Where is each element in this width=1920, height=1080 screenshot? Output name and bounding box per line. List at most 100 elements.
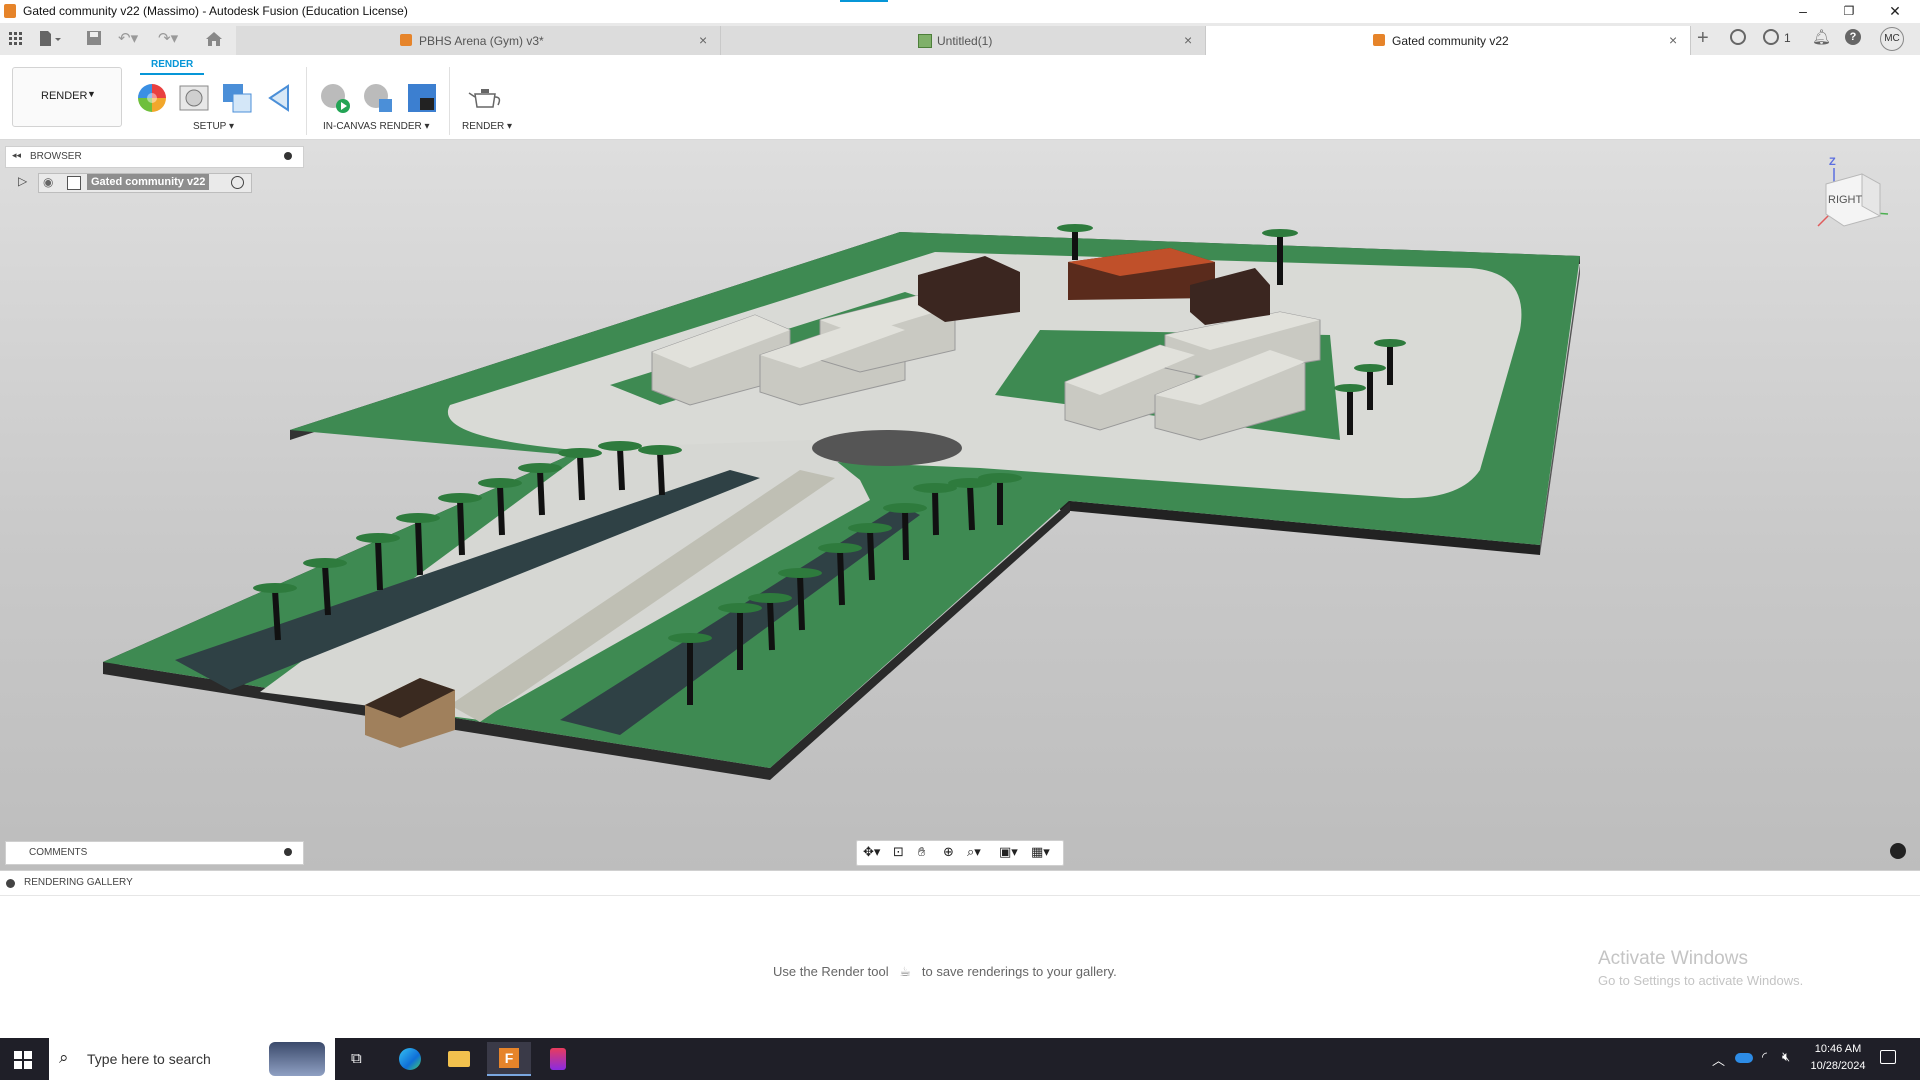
design-cube-icon bbox=[1373, 34, 1385, 46]
view-cube[interactable]: RIGHT Z bbox=[1810, 156, 1890, 236]
in-canvas-settings-icon[interactable] bbox=[362, 82, 394, 114]
network-icon[interactable]: ◜ bbox=[1762, 1049, 1767, 1065]
minimize-button[interactable]: – bbox=[1780, 0, 1826, 23]
view-cube-face-label: RIGHT bbox=[1828, 194, 1863, 206]
tab-pbhs-arena[interactable]: PBHS Arena (Gym) v3* × bbox=[236, 26, 721, 55]
display-settings-icon[interactable]: ▣▾ bbox=[999, 844, 1018, 860]
windows-taskbar: ⌕ Type here to search ⧉ F ︿ ◜ 🔇︎ 10:46 A… bbox=[0, 1038, 1920, 1080]
tab-gated-community[interactable]: Gated community v22 × bbox=[1206, 26, 1691, 55]
show-comments-icon[interactable] bbox=[1890, 843, 1906, 859]
comments-panel: COMMENTS bbox=[5, 841, 304, 865]
ribbon-separator bbox=[306, 67, 307, 135]
search-highlight-image bbox=[269, 1042, 325, 1076]
render-group-label[interactable]: RENDER ▾ bbox=[462, 121, 512, 132]
ribbon-tab-underline bbox=[140, 73, 204, 75]
orbit-icon[interactable]: ✥▾ bbox=[863, 844, 880, 860]
browser-root-label: Gated community v22 bbox=[87, 174, 210, 190]
restore-button[interactable]: ❐ bbox=[1826, 0, 1872, 23]
tab-label: Gated community v22 bbox=[1392, 34, 1509, 48]
ribbon-separator bbox=[449, 67, 450, 135]
edge-browser-icon[interactable] bbox=[388, 1042, 432, 1076]
grid-settings-icon[interactable]: ▦▾ bbox=[1031, 844, 1050, 860]
rendering-gallery: RENDERING GALLERY Use the Render tool ☕︎… bbox=[0, 870, 1920, 1039]
navigation-toolbar: ✥▾ ⊡ ✋︎ ⊕ ⌕▾ ▣▾ ▦▾ bbox=[856, 840, 1064, 866]
gallery-header-divider bbox=[0, 895, 1920, 896]
comments-title: COMMENTS bbox=[29, 847, 88, 858]
close-tab-icon[interactable]: × bbox=[699, 32, 707, 48]
new-tab-icon[interactable]: + bbox=[1697, 27, 1709, 50]
capture-image-icon[interactable] bbox=[406, 82, 438, 114]
decal-icon[interactable] bbox=[266, 82, 298, 114]
look-at-icon[interactable]: ⊡ bbox=[893, 844, 904, 860]
tab-label: Untitled(1) bbox=[937, 34, 993, 48]
tab-untitled[interactable]: Untitled(1) × bbox=[721, 26, 1206, 55]
panel-pin-icon[interactable] bbox=[284, 152, 292, 160]
redo-icon[interactable]: ↷▾ bbox=[158, 29, 186, 47]
task-view-glyph: ⧉ bbox=[351, 1050, 362, 1067]
close-tab-icon[interactable]: × bbox=[1184, 32, 1192, 48]
appearance-icon[interactable] bbox=[136, 82, 168, 114]
save-icon[interactable] bbox=[86, 30, 102, 46]
scene-settings-icon[interactable] bbox=[178, 82, 210, 114]
taskbar-search-box[interactable]: ⌕ Type here to search bbox=[49, 1038, 335, 1080]
visibility-eye-icon[interactable]: ◉ bbox=[43, 175, 53, 189]
taskbar-date[interactable]: 10/28/2024 bbox=[1804, 1060, 1872, 1072]
job-count: 1 bbox=[1784, 31, 1791, 45]
snipping-tool-icon[interactable] bbox=[536, 1042, 580, 1076]
notifications-bell-icon[interactable]: 🔔︎ bbox=[1812, 28, 1831, 46]
search-icon: ⌕ bbox=[59, 1048, 69, 1067]
activate-windows-subtitle: Go to Settings to activate Windows. bbox=[1598, 973, 1804, 988]
browser-tree-expand-icon[interactable]: ▷ bbox=[18, 174, 27, 188]
activate-radio-icon[interactable] bbox=[231, 176, 244, 189]
onedrive-icon[interactable] bbox=[1735, 1053, 1753, 1063]
notification-center-icon[interactable] bbox=[1880, 1050, 1896, 1064]
close-window-button[interactable]: ✕ bbox=[1872, 0, 1918, 23]
gated-community-model[interactable] bbox=[0, 140, 1920, 870]
workspace-switcher-button[interactable]: RENDER ▼ bbox=[12, 67, 122, 127]
title-bar: Gated community v22 (Massimo) - Autodesk… bbox=[0, 0, 1920, 23]
setup-group-label[interactable]: SETUP ▾ bbox=[193, 121, 234, 132]
gallery-collapse-icon[interactable] bbox=[6, 879, 15, 888]
view-cube-z-label: Z bbox=[1829, 156, 1836, 168]
in-canvas-render-icon[interactable] bbox=[319, 82, 351, 114]
browser-title: BROWSER bbox=[30, 151, 82, 162]
add-comment-icon[interactable] bbox=[284, 848, 292, 856]
zoom-icon[interactable]: ⊕ bbox=[943, 844, 954, 860]
job-status-icon[interactable] bbox=[1763, 29, 1779, 45]
show-hidden-icons-chevron[interactable]: ︿ bbox=[1712, 1050, 1725, 1069]
folder-glyph bbox=[448, 1051, 470, 1067]
user-avatar[interactable]: MC bbox=[1880, 27, 1904, 51]
browser-root-row[interactable]: ◉ Gated community v22 bbox=[38, 173, 252, 193]
home-icon[interactable] bbox=[205, 31, 223, 47]
fusion-app-icon bbox=[4, 4, 16, 18]
task-view-icon[interactable]: ⧉ bbox=[337, 1042, 381, 1076]
undo-icon[interactable]: ↶▾ bbox=[118, 29, 146, 47]
volume-muted-icon[interactable]: 🔇︎ bbox=[1782, 1049, 1790, 1065]
in-canvas-group-label[interactable]: IN-CANVAS RENDER ▾ bbox=[323, 121, 430, 132]
extensions-icon[interactable] bbox=[1730, 29, 1746, 45]
drawing-icon bbox=[918, 34, 932, 48]
ribbon-tab-render[interactable]: RENDER bbox=[151, 59, 193, 70]
render-teapot-icon[interactable] bbox=[468, 84, 504, 112]
fusion-taskbar-icon[interactable]: F bbox=[487, 1042, 531, 1076]
component-icon bbox=[67, 176, 81, 190]
collapse-panel-icon[interactable]: ◂◂ bbox=[12, 150, 21, 161]
app-grid-icon[interactable] bbox=[8, 31, 24, 47]
gallery-title: RENDERING GALLERY bbox=[24, 877, 133, 888]
file-menu-icon[interactable] bbox=[38, 30, 62, 48]
fusion-glyph: F bbox=[499, 1048, 519, 1068]
close-tab-icon[interactable]: × bbox=[1669, 32, 1677, 48]
pan-hand-icon[interactable]: ✋︎ bbox=[918, 844, 925, 860]
taskbar-search-placeholder: Type here to search bbox=[87, 1051, 211, 1067]
edge-glyph bbox=[399, 1048, 421, 1070]
gallery-hint: Use the Render tool ☕︎ to save rendering… bbox=[773, 964, 1117, 980]
chevron-down-icon: ▼ bbox=[87, 89, 96, 99]
zoom-window-icon[interactable]: ⌕▾ bbox=[967, 844, 981, 860]
texture-map-icon[interactable] bbox=[221, 82, 253, 114]
taskbar-time[interactable]: 10:46 AM bbox=[1808, 1043, 1868, 1055]
windows-start-icon[interactable] bbox=[14, 1051, 32, 1069]
workspace-label: RENDER bbox=[41, 90, 88, 102]
file-explorer-icon[interactable] bbox=[437, 1042, 481, 1076]
help-icon[interactable]: ? bbox=[1845, 29, 1861, 45]
3d-viewport[interactable]: ◂◂ BROWSER ▷ ◉ Gated community v22 RIGHT… bbox=[0, 140, 1920, 870]
